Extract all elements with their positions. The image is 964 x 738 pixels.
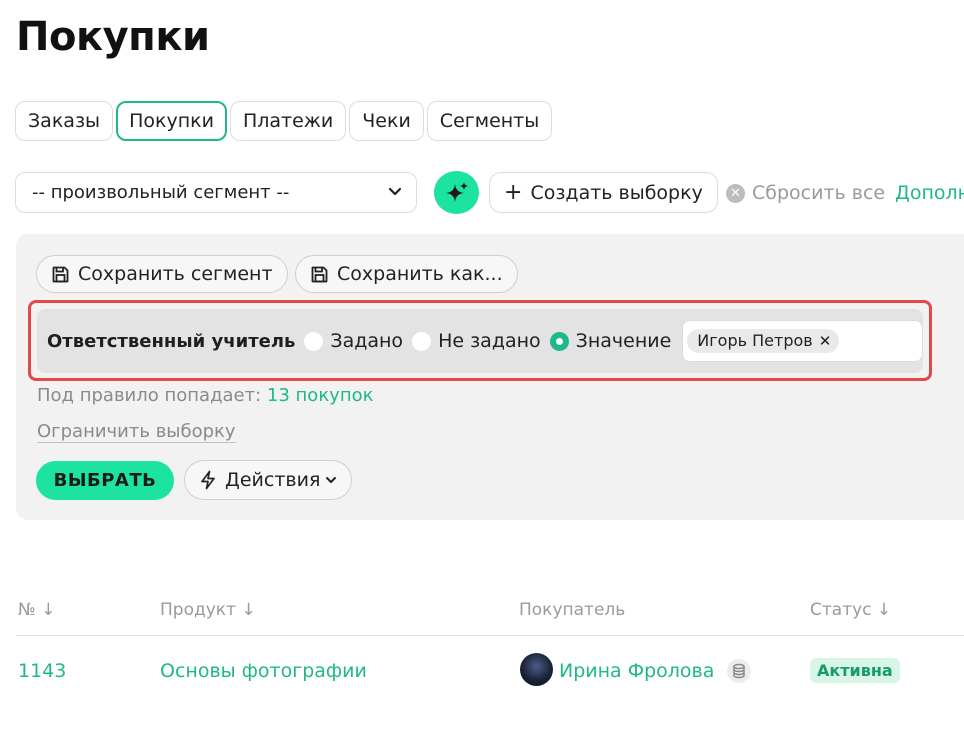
tab-receipts[interactable]: Чеки <box>349 101 424 141</box>
chevron-down-icon <box>388 173 402 228</box>
radio-label: Не задано <box>438 330 541 352</box>
radio-option-set[interactable]: Задано <box>304 330 403 352</box>
filter-rule-responsible-teacher: Ответственный учитель Задано Не задано З… <box>37 309 923 373</box>
remove-chip-icon[interactable]: ✕ <box>819 332 832 350</box>
segment-select-value: -- произвольный сегмент -- <box>32 182 290 203</box>
radio-label: Задано <box>330 330 404 352</box>
save-segment-button[interactable]: Сохранить сегмент <box>36 255 288 293</box>
column-header-product[interactable]: Продукт ↓ <box>160 600 256 620</box>
segment-select[interactable]: -- произвольный сегмент -- <box>15 172 417 213</box>
close-circle-icon: ✕ <box>726 183 745 203</box>
tab-bar: Заказы Покупки Платежи Чеки Сегменты <box>15 101 553 141</box>
save-as-label: Сохранить как... <box>337 263 503 285</box>
floppy-disk-icon <box>52 266 69 282</box>
rule-value-input[interactable]: Игорь Петров ✕ <box>682 320 923 362</box>
save-as-button[interactable]: Сохранить как... <box>295 255 518 293</box>
rule-label: Ответственный учитель <box>47 330 296 352</box>
avatar <box>520 653 553 686</box>
radio-option-not-set[interactable]: Не задано <box>412 330 541 352</box>
actions-label: Действия <box>225 469 321 491</box>
select-button[interactable]: ВЫБРАТЬ <box>36 461 174 500</box>
page-title: Покупки <box>16 14 210 60</box>
create-selection-label: Создать выборку <box>530 182 703 204</box>
more-link[interactable]: Дополн <box>895 182 964 204</box>
radio-label: Значение <box>575 330 672 352</box>
value-chip: Игорь Петров ✕ <box>687 329 840 353</box>
lightning-icon <box>201 470 215 490</box>
column-header-buyer: Покупатель <box>519 600 626 620</box>
tab-segments[interactable]: Сегменты <box>426 101 553 141</box>
save-segment-label: Сохранить сегмент <box>78 263 273 285</box>
radio-button[interactable] <box>304 331 324 351</box>
status-badge: Активна <box>810 658 900 683</box>
tab-purchases[interactable]: Покупки <box>116 101 227 141</box>
chevron-down-icon <box>326 477 337 483</box>
reset-all-button[interactable]: ✕ Сбросить все <box>726 182 885 204</box>
match-count-link[interactable]: 13 покупок <box>267 385 374 406</box>
create-selection-button[interactable]: + Создать выборку <box>489 172 718 213</box>
ai-assistant-button[interactable] <box>434 171 479 214</box>
sparkles-icon <box>445 181 468 202</box>
limit-selection-link[interactable]: Ограничить выборку <box>37 421 236 442</box>
radio-button-checked[interactable] <box>549 331 569 351</box>
database-icon[interactable] <box>727 659 751 683</box>
reset-all-label: Сбросить все <box>752 182 886 204</box>
table-divider <box>16 635 964 636</box>
radio-button[interactable] <box>412 331 432 351</box>
floppy-disk-icon <box>311 266 328 282</box>
radio-option-value[interactable]: Значение <box>549 330 672 352</box>
actions-dropdown-button[interactable]: Действия <box>184 460 353 500</box>
tab-payments[interactable]: Платежи <box>229 101 347 141</box>
match-summary: Под правило попадает: 13 покупок <box>37 385 374 406</box>
column-header-number[interactable]: № ↓ <box>18 600 55 620</box>
value-chip-label: Игорь Петров <box>697 331 813 350</box>
buyer-link[interactable]: Ирина Фролова <box>559 660 714 682</box>
product-link[interactable]: Основы фотографии <box>160 660 367 682</box>
match-prefix: Под правило попадает: <box>37 385 262 406</box>
plus-icon: + <box>504 180 523 205</box>
column-header-status[interactable]: Статус ↓ <box>810 600 891 620</box>
tab-orders[interactable]: Заказы <box>15 101 114 141</box>
purchase-number-link[interactable]: 1143 <box>18 660 66 682</box>
